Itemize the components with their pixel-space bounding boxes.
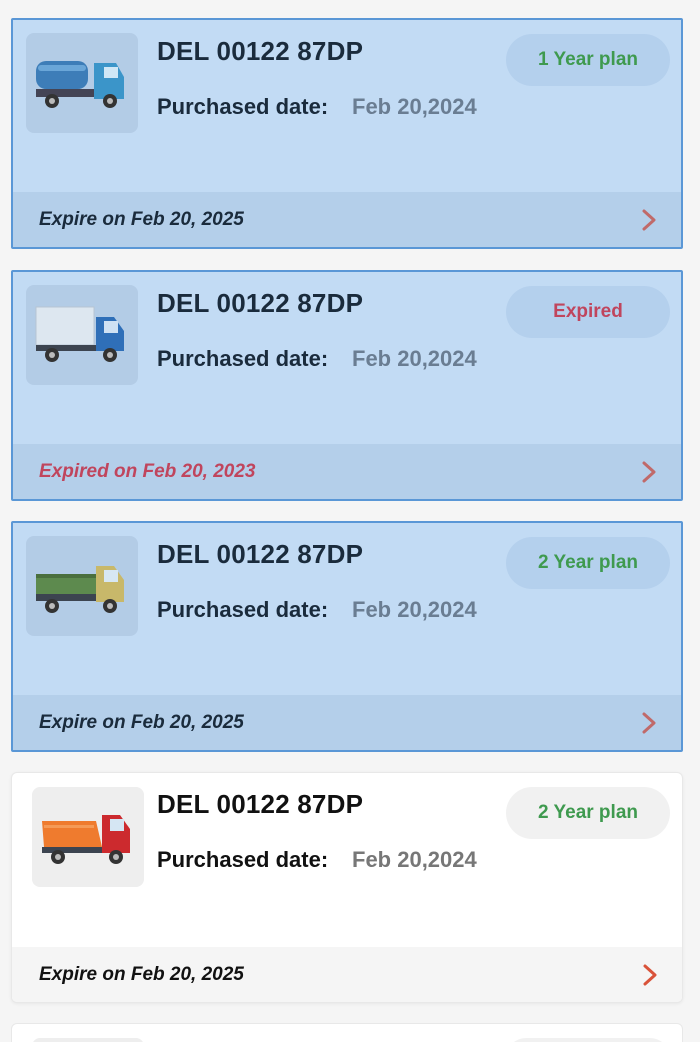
purchased-label: Purchased date: bbox=[157, 847, 329, 872]
purchased-date: Feb 20,2024 bbox=[352, 346, 477, 371]
card-footer[interactable]: Expire on Feb 20, 2025 bbox=[13, 192, 681, 247]
chevron-right-icon[interactable] bbox=[641, 460, 657, 484]
expiry-text: Expire on Feb 20, 2025 bbox=[39, 711, 244, 733]
expiry-text: Expire on Feb 20, 2025 bbox=[39, 963, 244, 985]
box-truck-icon bbox=[26, 285, 138, 385]
registration-number: DEL 00122 87DP bbox=[157, 36, 364, 66]
tanker-truck-icon bbox=[26, 33, 138, 133]
status-badge: Expired bbox=[506, 286, 670, 338]
card-footer[interactable]: Expire on Feb 20, 2025 bbox=[13, 695, 681, 750]
flatbed-truck-icon bbox=[26, 536, 138, 636]
dump-truck-icon bbox=[32, 787, 144, 887]
purchased-label: Purchased date: bbox=[157, 346, 329, 371]
subscription-card[interactable]: DEL 00122 87DP Purchased date: Feb 20,20… bbox=[11, 772, 683, 1003]
truck-thumbnail bbox=[32, 1038, 144, 1042]
purchased-label: Purchased date: bbox=[157, 94, 329, 119]
purchased-date: Feb 20,2024 bbox=[352, 597, 477, 622]
subscription-card[interactable]: DEL 00122 87DP Purchased date: Feb 20,20… bbox=[11, 521, 683, 752]
expiry-text: Expired on Feb 20, 2023 bbox=[39, 460, 256, 482]
card-footer[interactable]: Expired on Feb 20, 2023 bbox=[13, 444, 681, 499]
subscription-card[interactable]: DEL 00122 87DP Purchased date: Feb 20,20… bbox=[11, 18, 683, 249]
chevron-right-icon[interactable] bbox=[641, 711, 657, 735]
plan-badge: 2 Year plan bbox=[506, 787, 670, 839]
subscription-card-partial[interactable] bbox=[11, 1023, 683, 1042]
expiry-text: Expire on Feb 20, 2025 bbox=[39, 208, 244, 230]
registration-number: DEL 00122 87DP bbox=[157, 789, 364, 819]
plan-badge: 1 Year plan bbox=[506, 34, 670, 86]
purchased-date: Feb 20,2024 bbox=[352, 847, 477, 872]
purchased-label: Purchased date: bbox=[157, 597, 329, 622]
registration-number: DEL 00122 87DP bbox=[157, 539, 364, 569]
subscription-card[interactable]: DEL 00122 87DP Purchased date: Feb 20,20… bbox=[11, 270, 683, 501]
registration-number: DEL 00122 87DP bbox=[157, 288, 364, 318]
card-footer[interactable]: Expire on Feb 20, 2025 bbox=[12, 947, 682, 1002]
plan-badge: 2 Year plan bbox=[506, 537, 670, 589]
plan-badge bbox=[506, 1038, 670, 1042]
purchased-date: Feb 20,2024 bbox=[352, 94, 477, 119]
chevron-right-icon[interactable] bbox=[642, 963, 658, 987]
chevron-right-icon[interactable] bbox=[641, 208, 657, 232]
